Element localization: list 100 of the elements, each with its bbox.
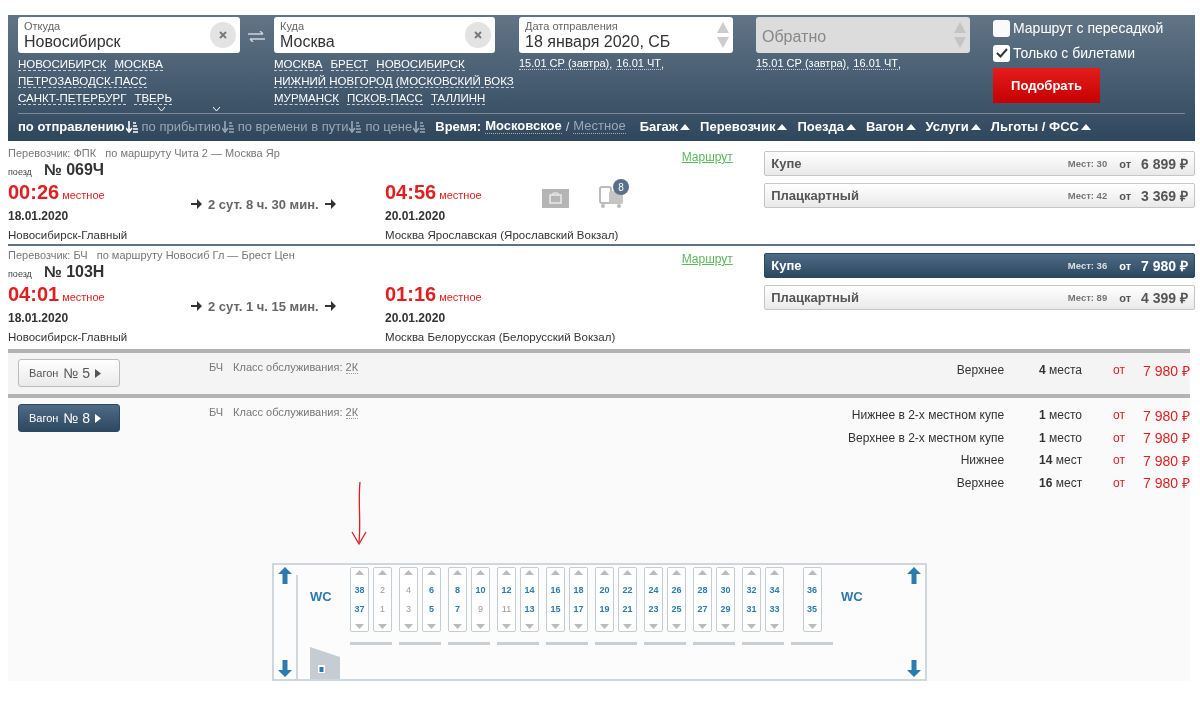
seat-number[interactable]: 19 bbox=[599, 604, 610, 615]
checkbox[interactable] bbox=[993, 44, 1010, 62]
seat-number[interactable]: 20 bbox=[599, 584, 610, 595]
seat-number[interactable]: 27 bbox=[697, 604, 708, 615]
seat-number[interactable]: 8 bbox=[455, 584, 460, 595]
chevron-icon[interactable] bbox=[158, 107, 165, 111]
station-link[interactable]: ТВЕРЬ bbox=[134, 92, 172, 105]
seat-number[interactable]: 4 bbox=[406, 584, 411, 595]
station-link[interactable]: НОВОСИБИРСК bbox=[18, 58, 107, 71]
seat-number[interactable]: 38 bbox=[354, 584, 365, 595]
berth-pair[interactable]: 6 5 bbox=[422, 567, 441, 632]
station-link[interactable]: НОВОСИБИРСК bbox=[376, 58, 465, 71]
berth-pair[interactable]: 26 25 bbox=[667, 567, 686, 632]
route-link[interactable]: Маршрут bbox=[681, 252, 733, 266]
seat-number[interactable]: 22 bbox=[622, 584, 633, 595]
seat-number[interactable]: 36 bbox=[807, 584, 817, 595]
berth-pair[interactable]: 2 1 bbox=[373, 567, 392, 632]
berth-pair[interactable]: 36 35 bbox=[802, 567, 822, 632]
seat-number[interactable]: 30 bbox=[720, 584, 731, 595]
clear-button[interactable] bbox=[210, 22, 236, 48]
berth-pair[interactable]: 34 33 bbox=[765, 567, 784, 632]
station-link[interactable]: НИЖНИЙ НОВГОРОД (МОСКОВСКИЙ ВОКЗ bbox=[274, 75, 514, 88]
berth-pair[interactable]: 10 9 bbox=[471, 567, 490, 632]
seat-number[interactable]: 34 bbox=[769, 584, 780, 595]
seat-number[interactable]: 12 bbox=[501, 584, 512, 595]
berth-pair[interactable]: 20 19 bbox=[595, 567, 614, 632]
sort-option[interactable]: по времени в пути bbox=[237, 119, 362, 134]
berth-pair[interactable]: 4 3 bbox=[399, 567, 418, 632]
berth-pair[interactable]: 24 23 bbox=[644, 567, 663, 632]
seat-number[interactable]: 3 bbox=[406, 604, 411, 615]
seat-number[interactable]: 28 bbox=[697, 584, 708, 595]
sort-option[interactable]: по цене bbox=[365, 119, 426, 134]
to-field[interactable]: Куда Москва bbox=[274, 17, 495, 53]
filter-toggle[interactable]: Багаж bbox=[639, 119, 691, 134]
seat-number[interactable]: 10 bbox=[475, 584, 486, 595]
seat-number[interactable]: 23 bbox=[648, 604, 659, 615]
seat-number[interactable]: 29 bbox=[720, 604, 731, 615]
berth-pair[interactable]: 18 17 bbox=[569, 567, 588, 632]
seat-number[interactable]: 2 bbox=[380, 584, 385, 595]
class-option[interactable]: Купе Мест: 36 от 7 980 ₽ bbox=[764, 253, 1195, 278]
filter-toggle[interactable]: Перевозчик bbox=[700, 119, 788, 134]
seat-number[interactable]: 5 bbox=[429, 604, 434, 615]
route-link[interactable]: Маршрут bbox=[681, 150, 733, 164]
seat-number[interactable]: 14 bbox=[524, 584, 535, 595]
seat-number[interactable]: 25 bbox=[671, 604, 682, 615]
station-link[interactable]: ТАЛЛИНН bbox=[430, 92, 486, 105]
seat-number[interactable]: 26 bbox=[671, 584, 682, 595]
seat-number[interactable]: 9 bbox=[478, 604, 483, 615]
berth-pair[interactable]: 38 37 bbox=[350, 567, 369, 632]
station-link[interactable]: ПЕТРОЗАВОДСК-ПАСС bbox=[18, 75, 147, 88]
station-link[interactable]: МУРМАНСК bbox=[274, 92, 339, 105]
seat-number[interactable]: 21 bbox=[622, 604, 633, 615]
seat-number[interactable]: 11 bbox=[501, 604, 512, 615]
seat-number[interactable]: 18 bbox=[573, 584, 584, 595]
seat-number[interactable]: 1 bbox=[380, 604, 385, 615]
station-link[interactable]: МОСКВА bbox=[274, 58, 323, 71]
class-option[interactable]: Плацкартный Мест: 42 от 3 369 ₽ bbox=[764, 183, 1195, 208]
sort-option[interactable]: по отправлению bbox=[18, 119, 138, 134]
berth-pair[interactable]: 16 15 bbox=[546, 567, 565, 632]
seat-number[interactable]: 13 bbox=[524, 604, 535, 615]
clear-button[interactable] bbox=[465, 22, 491, 48]
filter-toggle[interactable]: Услуги bbox=[925, 119, 981, 134]
seat-number[interactable]: 31 bbox=[746, 604, 757, 615]
car-button[interactable]: Вагон № 8 bbox=[18, 404, 120, 432]
seat-number[interactable]: 33 bbox=[769, 604, 780, 615]
berth-pair[interactable]: 14 13 bbox=[520, 567, 539, 632]
berth-pair[interactable]: 8 7 bbox=[448, 567, 467, 632]
station-link[interactable]: САНКТ-ПЕТЕРБУРГ bbox=[18, 92, 127, 105]
filter-toggle[interactable]: Вагон bbox=[865, 119, 916, 134]
date-link[interactable]: 16.01 ЧТ bbox=[616, 57, 661, 70]
search-button[interactable]: Подобрать bbox=[993, 68, 1100, 103]
berth-pair[interactable]: 30 29 bbox=[716, 567, 735, 632]
berth-pair[interactable]: 22 21 bbox=[618, 567, 637, 632]
from-field[interactable]: Откуда Новосибирск bbox=[18, 17, 240, 53]
seat-number[interactable]: 7 bbox=[455, 604, 460, 615]
time-option[interactable]: Местное bbox=[573, 119, 626, 134]
filter-toggle[interactable]: Льготы / ФСС bbox=[990, 119, 1091, 134]
seat-number[interactable]: 37 bbox=[354, 604, 365, 615]
class-option[interactable]: Плацкартный Мест: 89 от 4 399 ₽ bbox=[764, 285, 1195, 310]
seat-number[interactable]: 16 bbox=[550, 584, 561, 595]
berth-pair[interactable]: 12 11 bbox=[497, 567, 516, 632]
station-link[interactable]: БРЕСТ bbox=[330, 58, 369, 71]
filter-toggle[interactable]: Поезда bbox=[797, 119, 856, 134]
station-link[interactable]: МОСКВА bbox=[114, 58, 163, 71]
seat-number[interactable]: 15 bbox=[550, 604, 561, 615]
seat-number[interactable]: 24 bbox=[648, 584, 659, 595]
time-option[interactable]: Московское bbox=[485, 119, 562, 134]
date-field[interactable]: Дата отправления 18 января 2020, СБ bbox=[519, 17, 733, 53]
chevron-icon[interactable] bbox=[213, 107, 220, 111]
swap-icon[interactable] bbox=[248, 31, 265, 42]
seat-number[interactable]: 32 bbox=[746, 584, 757, 595]
seat-number[interactable]: 35 bbox=[807, 604, 817, 615]
sort-option[interactable]: по прибытию bbox=[141, 119, 234, 134]
seat-number[interactable]: 6 bbox=[429, 584, 434, 595]
berth-pair[interactable]: 32 31 bbox=[742, 567, 761, 632]
seat-number[interactable]: 17 bbox=[573, 604, 584, 615]
station-link[interactable]: ПСКОВ-ПАСС bbox=[347, 92, 423, 105]
checkbox[interactable] bbox=[993, 19, 1010, 37]
car-button[interactable]: Вагон № 5 bbox=[18, 359, 120, 387]
berth-pair[interactable]: 28 27 bbox=[693, 567, 712, 632]
